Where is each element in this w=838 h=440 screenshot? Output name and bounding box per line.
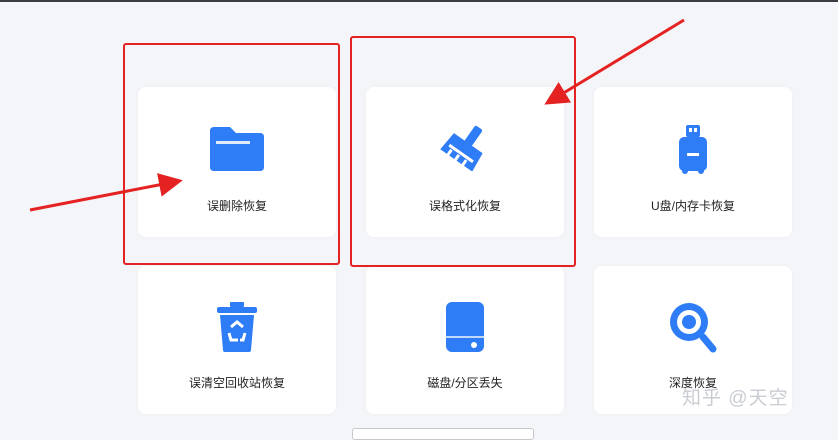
arrow-to-delete — [29, 173, 183, 212]
watermark: 知乎 @天空 — [682, 388, 789, 409]
arrow-annotations — [29, 18, 685, 212]
arrow-to-format — [544, 18, 685, 105]
bottom-tab[interactable] — [352, 428, 534, 440]
